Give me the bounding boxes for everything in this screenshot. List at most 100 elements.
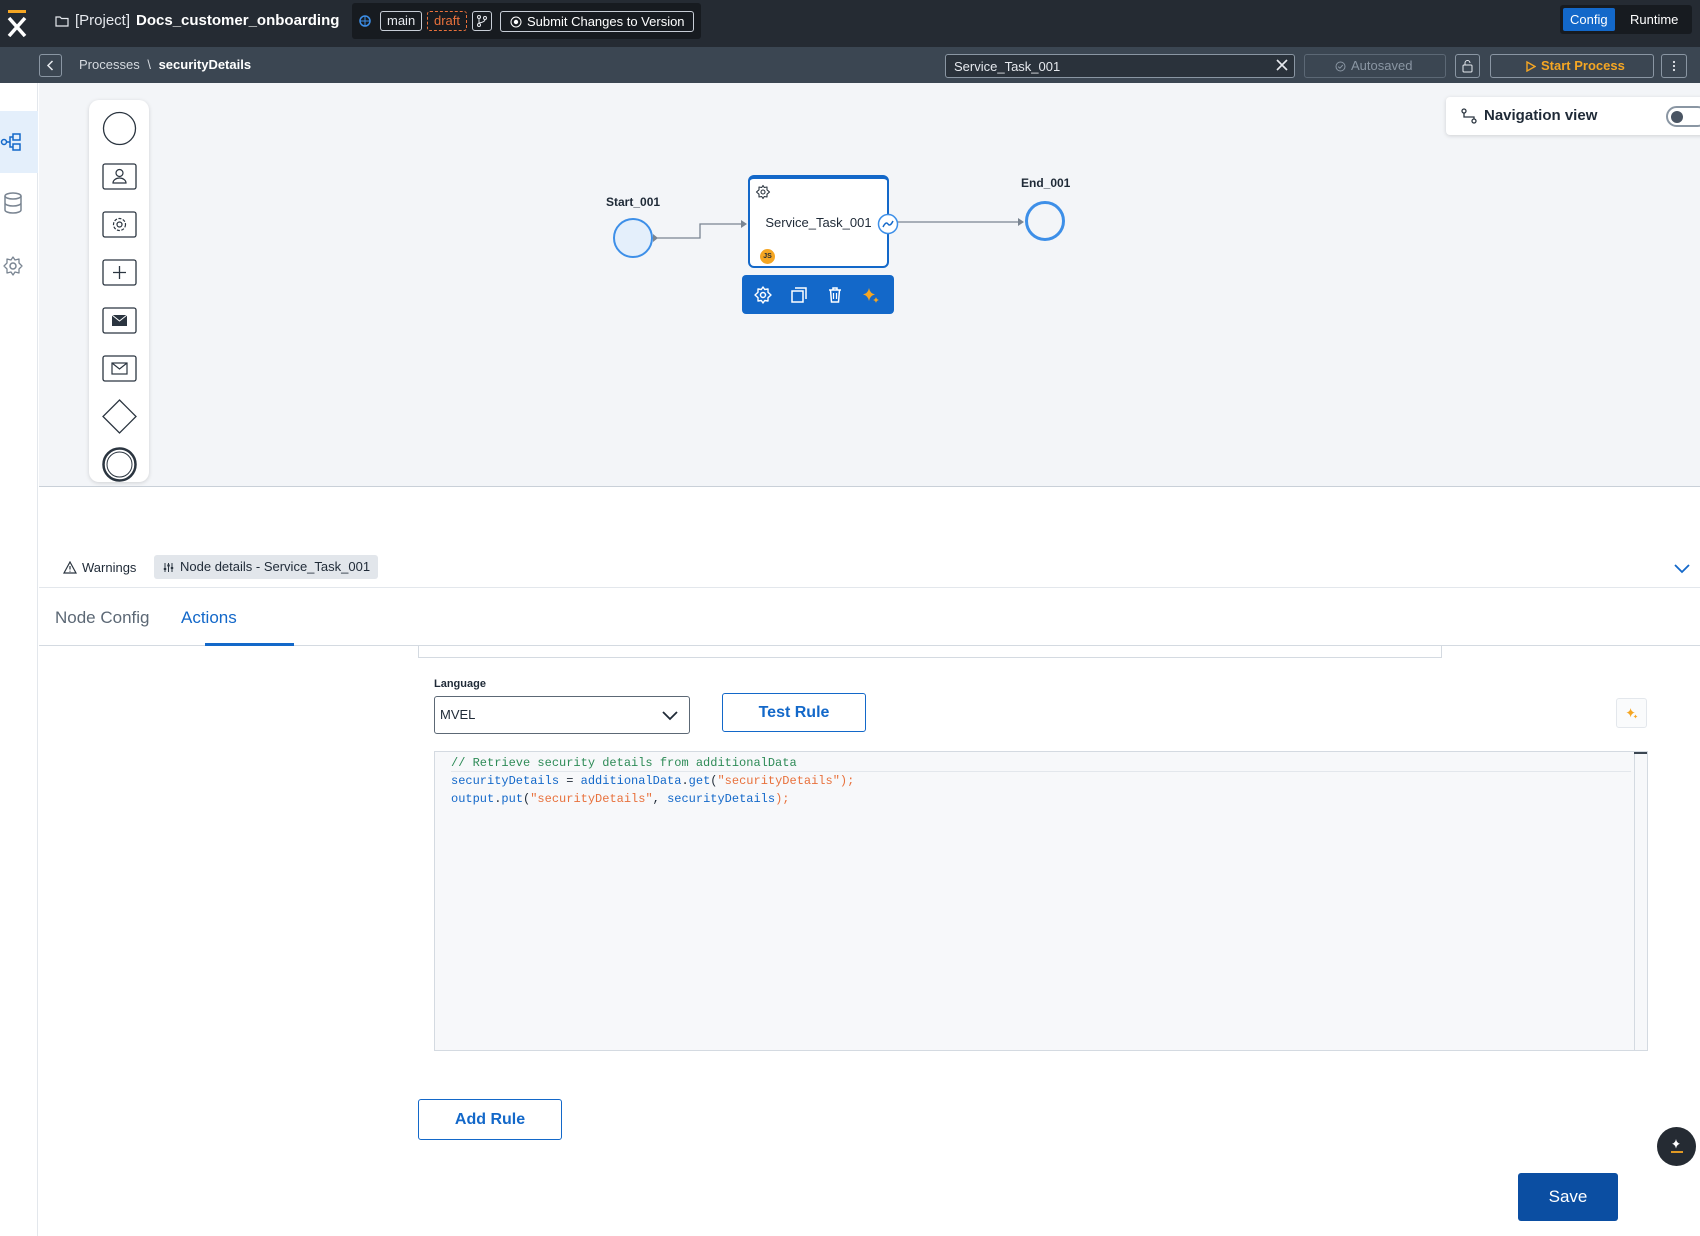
language-label: Language [434,678,486,690]
code-token: securityDetails [451,774,560,788]
breadcrumb-current: securityDetails [158,57,252,72]
node-settings-icon[interactable] [753,285,773,305]
code-token: get [688,774,711,788]
check-circle-icon [1335,61,1346,72]
clear-search-icon[interactable] [1274,57,1290,73]
lock-icon [1462,60,1473,73]
code-token: put [501,792,524,806]
start-event-node[interactable] [612,217,654,259]
breadcrumb-separator: \ [147,57,151,72]
rail-item-data-model[interactable] [0,173,38,235]
project-name: Docs_customer_onboarding [136,12,340,29]
navigation-view-label: Navigation view [1484,107,1598,124]
sliders-icon [163,563,174,572]
submit-changes-button[interactable]: Submit Changes to Version [500,11,694,32]
rail-item-process[interactable] [0,111,38,173]
code-line-3: output.put("securityDetails", securityDe… [451,792,790,806]
language-value: MVEL [440,707,476,722]
code-token: additionalData [580,774,682,788]
editor-scrollbar[interactable] [1634,752,1647,1050]
navigation-view-panel: Navigation view [1446,97,1700,135]
code-token: "securityDetails" [530,792,653,806]
more-options-button[interactable] [1661,54,1687,78]
project-title[interactable]: [Project] Docs_customer_onboarding [55,12,339,29]
warnings-label: Warnings [82,560,137,575]
code-line-2: securityDetails = additionalData.get("se… [451,774,854,788]
folder-icon [55,15,69,27]
breadcrumb: Processes \ securityDetails [79,57,251,72]
left-rail [0,83,38,1236]
rail-item-settings[interactable] [0,235,38,297]
chevron-down-icon [662,711,678,721]
end-node-label: End_001 [1021,176,1071,190]
service-task-label: Service_Task_001 [765,215,872,230]
code-comment: // Retrieve security details from additi… [451,756,797,770]
project-prefix: [Project] [75,12,131,29]
save-button[interactable]: Save [1518,1173,1618,1221]
gear-icon [3,256,23,276]
code-line-1: // Retrieve security details from additi… [451,756,1631,772]
git-branch-icon [477,15,487,27]
warning-icon [63,561,77,574]
start-process-button[interactable]: Start Process [1490,54,1654,78]
branch-switch-button[interactable] [472,11,492,31]
app-logo-icon[interactable] [5,9,29,37]
language-select[interactable]: MVEL [434,696,690,734]
mode-config-button[interactable]: Config [1563,8,1615,31]
js-badge: JS [760,249,775,264]
duplicate-icon[interactable] [789,285,809,305]
ai-sparkle-icon[interactable] [861,285,881,305]
connect-handle-icon[interactable] [877,213,899,235]
play-icon [1526,61,1536,72]
code-editor[interactable]: // Retrieve security details from additi… [434,751,1648,1051]
code-token: "securityDetails" [717,774,840,788]
palette-receive-message-icon[interactable] [102,351,137,386]
ai-chat-icon [1671,1139,1683,1153]
node-search-input[interactable] [945,54,1295,78]
test-rule-button[interactable]: Test Rule [722,693,866,732]
warnings-tab[interactable]: Warnings [63,560,136,575]
code-token: ); [839,774,855,788]
mode-switch: Config Runtime [1560,5,1692,34]
process-canvas[interactable]: Navigation view Start_001 Service_Task_0… [39,83,1700,487]
tab-node-config[interactable]: Node Config [55,608,150,628]
lock-button[interactable] [1455,54,1480,78]
branch-badge[interactable]: main [380,11,423,31]
previous-section-edge [418,646,1442,658]
code-token: securityDetails [667,792,776,806]
submit-changes-label: Submit Changes to Version [527,14,685,29]
end-event-node[interactable] [1024,200,1066,242]
collapse-panel-icon[interactable] [1673,560,1691,576]
toggle-knob [1671,111,1683,123]
process-diagram-icon [0,133,21,151]
code-token: ); [775,792,790,806]
autosave-label: Autosaved [1351,58,1413,73]
ai-chat-button[interactable] [1657,1127,1696,1166]
breadcrumb-processes[interactable]: Processes [79,57,140,72]
start-node-label: Start_001 [606,195,661,209]
flow-connectors [653,218,1024,242]
palette-gateway-icon[interactable] [102,399,137,434]
mode-runtime-button[interactable]: Runtime [1623,8,1685,31]
editor-scroll-thumb[interactable] [1634,752,1647,754]
tab-actions[interactable]: Actions [181,608,237,628]
service-task-node[interactable]: Service_Task_001 JS [748,175,899,268]
code-token: output [451,792,495,806]
autosave-status: Autosaved [1304,54,1446,78]
back-button[interactable] [39,54,62,77]
kebab-menu-icon [1672,60,1676,72]
node-action-bar [742,275,894,314]
delete-icon[interactable] [825,285,845,305]
start-process-label: Start Process [1541,58,1625,73]
palette-end-event-icon[interactable] [102,447,137,482]
navigation-view-toggle[interactable] [1666,106,1700,127]
service-gear-icon [755,184,771,200]
ai-assist-button[interactable] [1616,698,1647,728]
node-tabs: Node Config Actions [39,589,1700,646]
active-tab-indicator [205,643,294,646]
route-icon [1461,108,1477,124]
node-details-tab[interactable]: Node details - Service_Task_001 [154,555,379,579]
status-badge: draft [427,11,468,31]
database-icon [4,192,22,214]
add-rule-button[interactable]: Add Rule [418,1099,562,1140]
